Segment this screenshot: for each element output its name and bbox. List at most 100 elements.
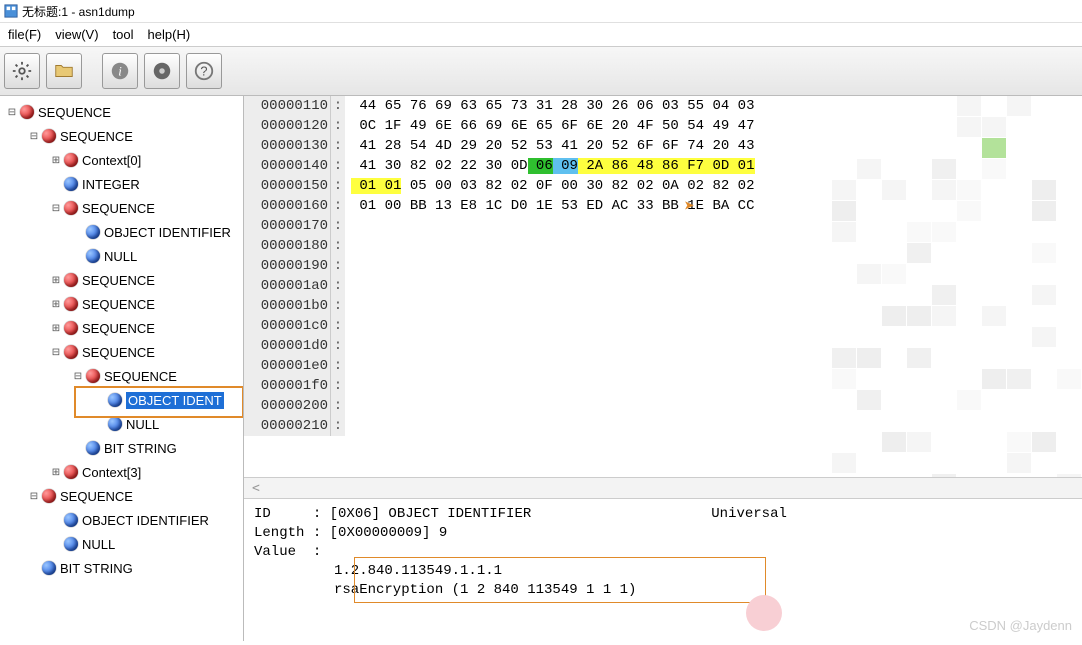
tree-node-label[interactable]: SEQUENCE [60, 129, 133, 144]
hex-byte[interactable]: 00 [427, 178, 452, 194]
collapse-icon[interactable]: ⊟ [28, 130, 40, 142]
hex-byte[interactable]: 1E [528, 198, 553, 214]
hex-byte[interactable]: 29 [452, 138, 477, 154]
hex-byte[interactable]: D0 [502, 198, 527, 214]
tree-node-label[interactable]: OBJECT IDENTIFIER [82, 513, 209, 528]
hex-byte[interactable]: 02 [502, 178, 527, 194]
hex-byte[interactable]: 86 [603, 158, 628, 174]
tree-row[interactable]: ⊟SEQUENCE [0, 364, 243, 388]
tree-row[interactable]: BIT STRING [0, 556, 243, 580]
hex-byte[interactable]: 0A [654, 178, 679, 194]
tree-row[interactable]: BIT STRING [0, 436, 243, 460]
collapse-icon[interactable]: ⊟ [28, 490, 40, 502]
hex-byte[interactable]: 1C [477, 198, 502, 214]
hex-byte[interactable]: CC [729, 198, 754, 214]
hex-byte[interactable]: 1E [679, 198, 704, 214]
tree-row[interactable]: ⊞SEQUENCE [0, 268, 243, 292]
tool-save-button[interactable] [144, 53, 180, 89]
tree-node-label[interactable]: INTEGER [82, 177, 140, 192]
hex-byte[interactable]: 41 [553, 138, 578, 154]
tool-settings-button[interactable] [4, 53, 40, 89]
hex-byte[interactable]: 20 [603, 118, 628, 134]
tree-node-label[interactable]: NULL [104, 249, 137, 264]
tree-node-label[interactable]: SEQUENCE [38, 105, 111, 120]
hex-byte[interactable]: 65 [477, 98, 502, 114]
tree-row[interactable]: ⊟SEQUENCE [0, 340, 243, 364]
hex-byte[interactable]: 54 [679, 118, 704, 134]
hex-byte[interactable]: 01 [376, 178, 401, 194]
hex-byte[interactable]: 82 [603, 178, 628, 194]
hex-byte[interactable]: 31 [528, 98, 553, 114]
hex-byte[interactable]: 69 [477, 118, 502, 134]
tool-help-button[interactable]: ? [186, 53, 222, 89]
hex-byte[interactable]: 49 [401, 118, 426, 134]
hex-byte[interactable]: 06 [628, 98, 653, 114]
tree-row[interactable]: ⊞SEQUENCE [0, 316, 243, 340]
hex-byte[interactable]: 69 [427, 98, 452, 114]
collapse-icon[interactable]: ⊟ [72, 370, 84, 382]
tree-row[interactable]: ⊟ SEQUENCE [0, 124, 243, 148]
hex-byte[interactable]: 53 [553, 198, 578, 214]
hex-byte[interactable]: 86 [654, 158, 679, 174]
hex-byte[interactable]: 28 [553, 98, 578, 114]
hex-byte[interactable]: 03 [654, 98, 679, 114]
hex-byte[interactable]: 1F [376, 118, 401, 134]
hex-byte[interactable]: 00 [376, 198, 401, 214]
tree-node-label[interactable]: OBJECT IDENT [126, 392, 224, 409]
hex-byte[interactable]: 30 [578, 178, 603, 194]
hex-byte[interactable]: 03 [452, 178, 477, 194]
tree-node-label[interactable]: NULL [126, 417, 159, 432]
hex-byte[interactable]: 82 [704, 178, 729, 194]
hex-byte[interactable]: 50 [654, 118, 679, 134]
menu-tool[interactable]: tool [113, 27, 134, 42]
asn1-tree[interactable]: ⊟ SEQUENCE ⊟ SEQUENCE ⊞Context[0] INTEGER ⊟ SEQ… [0, 96, 244, 641]
hex-byte[interactable]: 04 [704, 98, 729, 114]
hex-byte[interactable]: 6F [628, 138, 653, 154]
tree-row[interactable]: ⊟SEQUENCE [0, 196, 243, 220]
hex-byte[interactable]: 43 [729, 138, 754, 154]
hex-byte[interactable]: 66 [452, 118, 477, 134]
tree-node-label[interactable]: OBJECT IDENTIFIER [104, 225, 231, 240]
hex-byte[interactable]: 52 [603, 138, 628, 154]
hex-byte[interactable]: 20 [578, 138, 603, 154]
hex-byte[interactable]: 03 [729, 98, 754, 114]
hex-byte[interactable]: 55 [679, 98, 704, 114]
hex-byte[interactable]: 49 [704, 118, 729, 134]
collapse-icon[interactable]: ⊟ [50, 202, 62, 214]
tool-info-button[interactable]: i [102, 53, 138, 89]
tree-row[interactable]: OBJECT IDENTIFIER [0, 220, 243, 244]
hex-byte[interactable]: AC [603, 198, 628, 214]
collapse-icon[interactable]: ⊟ [6, 106, 18, 118]
tree-row[interactable]: OBJECT IDENTIFIER [0, 508, 243, 532]
expand-icon[interactable]: ⊞ [50, 274, 62, 286]
hex-byte[interactable]: 54 [401, 138, 426, 154]
tree-row[interactable]: ⊞Context[0] [0, 148, 243, 172]
hex-byte[interactable]: 6E [427, 118, 452, 134]
hex-byte[interactable]: 28 [376, 138, 401, 154]
hex-byte[interactable]: 20 [704, 138, 729, 154]
expand-icon[interactable]: ⊞ [50, 322, 62, 334]
expand-icon[interactable]: ⊞ [50, 298, 62, 310]
hex-byte[interactable]: BB [654, 198, 679, 214]
hex-byte[interactable]: 06 [528, 158, 553, 174]
hex-byte[interactable]: 20 [477, 138, 502, 154]
tree-node-label[interactable]: SEQUENCE [82, 297, 155, 312]
expand-icon[interactable]: ⊞ [50, 466, 62, 478]
hex-byte[interactable]: 26 [603, 98, 628, 114]
hex-byte[interactable]: E8 [452, 198, 477, 214]
hex-byte[interactable]: 6F [553, 118, 578, 134]
hex-byte[interactable]: 65 [376, 98, 401, 114]
hex-byte[interactable]: BB [401, 198, 426, 214]
hex-byte[interactable]: 0D [502, 158, 527, 174]
tool-open-button[interactable] [46, 53, 82, 89]
hex-byte[interactable]: 6E [578, 118, 603, 134]
tree-row[interactable]: ⊞ SEQUENCE [0, 292, 243, 316]
hex-byte[interactable]: BA [704, 198, 729, 214]
tree-row[interactable]: OBJECT IDENT [0, 388, 243, 412]
hex-byte[interactable]: 30 [477, 158, 502, 174]
hex-byte[interactable]: 0F [528, 178, 553, 194]
hex-byte[interactable]: 02 [628, 178, 653, 194]
hex-byte[interactable]: 74 [679, 138, 704, 154]
hex-byte[interactable]: 01 [351, 178, 376, 194]
tree-row[interactable]: NULL [0, 244, 243, 268]
